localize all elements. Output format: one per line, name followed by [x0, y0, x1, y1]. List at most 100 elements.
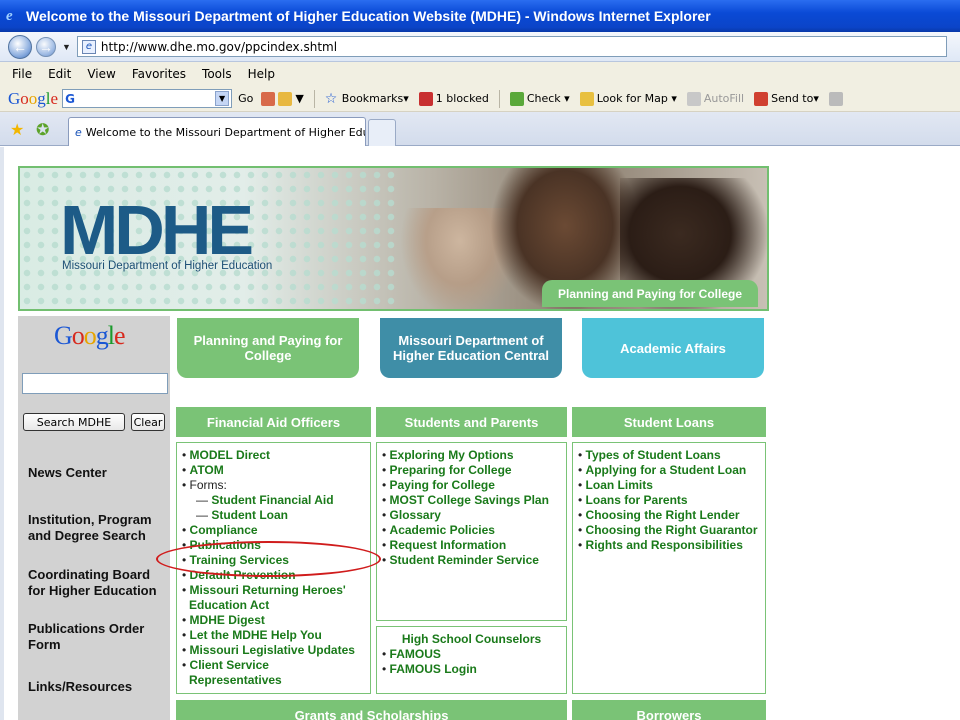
link-rights-responsibilities[interactable]: • Rights and Responsibilities [578, 538, 765, 553]
look-for-map-button[interactable]: Look for Map ▾ [579, 91, 677, 106]
header-borrowers: Borrowers [572, 700, 766, 720]
link-mdhe-help[interactable]: • Let the MDHE Help You [182, 628, 370, 643]
link-legislative-updates[interactable]: • Missouri Legislative Updates [182, 643, 370, 658]
site-search-input[interactable] [22, 373, 168, 394]
spellcheck-button[interactable]: Check ▾ [509, 91, 570, 106]
menu-file[interactable]: File [12, 67, 32, 81]
ie-page-icon: e [75, 125, 82, 139]
link-request-info[interactable]: • Request Information [382, 538, 566, 553]
sidebar-item-links-resources[interactable]: Links/Resources [28, 679, 168, 695]
link-client-service-reps[interactable]: • Client Service Representatives [182, 658, 332, 688]
pagerank-icon[interactable]: ▼ [261, 91, 304, 106]
address-bar[interactable]: e http://www.dhe.mo.gov/ppcindex.shtml [76, 36, 947, 57]
link-glossary[interactable]: • Glossary [382, 508, 566, 523]
header-high-school-counselors: High School Counselors [401, 632, 542, 646]
banner-section-tag: Planning and Paying for College [542, 280, 758, 307]
clear-button[interactable]: Clear [131, 413, 165, 431]
chevron-down-icon[interactable]: ▼ [215, 91, 230, 106]
header-student-loans: Student Loans [572, 407, 766, 437]
address-url: http://www.dhe.mo.gov/ppcindex.shtml [100, 39, 338, 54]
forms-label: • Forms: [182, 478, 227, 492]
google-logo[interactable]: Google [54, 321, 126, 351]
high-school-counselors-box: High School Counselors • FAMOUS • FAMOUS… [376, 626, 567, 694]
sidebar-item-institution-search[interactable]: Institution, Program and Degree Search [28, 512, 160, 544]
autofill-icon [686, 91, 701, 106]
header-grants-scholarships: Grants and Scholarships [176, 700, 567, 720]
link-reminder-service[interactable]: • Student Reminder Service [382, 553, 566, 568]
link-famous-login[interactable]: • FAMOUS Login [382, 662, 566, 677]
tab-mdhe[interactable]: e Welcome to the Missouri Department of … [68, 117, 366, 146]
map-icon [579, 91, 594, 106]
link-right-guarantor[interactable]: • Choosing the Right Guarantor [578, 523, 765, 538]
link-compliance[interactable]: • Compliance [182, 523, 370, 538]
page-viewport: MDHE Missouri Department of Higher Educa… [0, 147, 960, 720]
history-dropdown-icon[interactable]: ▼ [62, 42, 71, 52]
link-academic-policies[interactable]: • Academic Policies [382, 523, 566, 538]
menu-bar: File Edit View Favorites Tools Help [0, 62, 960, 86]
sidebar-item-news-center[interactable]: News Center [28, 465, 168, 481]
menu-favorites[interactable]: Favorites [132, 67, 186, 81]
mdhe-logo-subtitle: Missouri Department of Higher Education [62, 260, 273, 272]
sidebar-item-publications-order[interactable]: Publications Order Form [28, 621, 158, 653]
send-icon [754, 91, 769, 106]
link-exploring-options[interactable]: • Exploring My Options [382, 448, 566, 463]
nav-academic-affairs[interactable]: Academic Affairs [582, 318, 764, 378]
autofill-button[interactable]: AutoFill [686, 91, 744, 106]
window-title-bar: e Welcome to the Missouri Department of … [0, 0, 960, 32]
blocked-icon [418, 91, 433, 106]
google-toolbar-logo: Google [8, 88, 59, 108]
header-financial-aid-officers: Financial Aid Officers [176, 407, 371, 437]
google-toolbar-search[interactable]: G ▼ [62, 89, 233, 108]
header-students-parents: Students and Parents [376, 407, 567, 437]
link-types-loans[interactable]: • Types of Student Loans [578, 448, 765, 463]
link-preparing-college[interactable]: • Preparing for College [382, 463, 566, 478]
page-icon: e [81, 39, 96, 54]
address-row: ← → ▼ e http://www.dhe.mo.gov/ppcindex.s… [0, 32, 960, 62]
menu-edit[interactable]: Edit [48, 67, 71, 81]
highlight-oval-annotation [156, 541, 381, 577]
ie-logo-icon: e [6, 8, 13, 24]
separator [498, 89, 500, 108]
star-icon: ☆ [324, 90, 338, 107]
popup-blocker-button[interactable]: 1 blocked [418, 91, 489, 106]
send-to-button[interactable]: Send to ▾ [754, 91, 819, 106]
link-mdhe-digest[interactable]: • MDHE Digest [182, 613, 370, 628]
menu-help[interactable]: Help [248, 67, 275, 81]
link-atom[interactable]: • ATOM [182, 463, 370, 478]
link-student-loan-form[interactable]: — Student Loan [182, 508, 370, 523]
menu-tools[interactable]: Tools [202, 67, 232, 81]
go-button[interactable]: Go [238, 92, 253, 105]
settings-icon[interactable] [828, 91, 846, 106]
link-famous[interactable]: • FAMOUS [382, 647, 566, 662]
back-button[interactable]: ← [8, 34, 32, 59]
add-favorite-icon[interactable]: ✪ [36, 120, 49, 140]
link-loan-limits[interactable]: • Loan Limits [578, 478, 765, 493]
menu-view[interactable]: View [87, 67, 115, 81]
tab-row: ★ ✪ e Welcome to the Missouri Department… [0, 112, 960, 146]
link-applying-loan[interactable]: • Applying for a Student Loan [578, 463, 765, 478]
link-loans-parents[interactable]: • Loans for Parents [578, 493, 765, 508]
student-loans-box: • Types of Student Loans • Applying for … [572, 442, 766, 694]
new-tab-button[interactable] [368, 119, 396, 146]
nav-planning-paying[interactable]: Planning and Paying for College [177, 318, 359, 378]
separator [313, 89, 315, 108]
link-returning-heroes[interactable]: • Missouri Returning Heroes' Education A… [182, 583, 370, 613]
left-sidebar: Google Search MDHE Clear News Center Ins… [18, 316, 170, 720]
favorites-star-icon[interactable]: ★ [10, 120, 24, 140]
site-banner: MDHE Missouri Department of Higher Educa… [18, 166, 769, 311]
google-toolbar: Google G ▼ Go ▼ ☆ Bookmarks ▾ 1 blocked Ch… [0, 86, 960, 112]
mdhe-logo[interactable]: MDHE [60, 195, 254, 265]
forward-button[interactable]: → [36, 36, 56, 57]
sidebar-item-coordinating-board[interactable]: Coordinating Board for Higher Education [28, 567, 164, 599]
nav-mdhe-central[interactable]: Missouri Department of Higher Education … [380, 318, 562, 378]
link-paying-college[interactable]: • Paying for College [382, 478, 566, 493]
window-title: Welcome to the Missouri Department of Hi… [26, 8, 711, 24]
students-parents-box: • Exploring My Options • Preparing for C… [376, 442, 567, 621]
tab-title: Welcome to the Missouri Department of Hi… [85, 125, 365, 139]
bookmarks-button[interactable]: ☆ Bookmarks ▾ [325, 92, 409, 106]
link-most-savings[interactable]: • MOST College Savings Plan [382, 493, 566, 508]
link-model-direct[interactable]: • MODEL Direct [182, 448, 370, 463]
link-right-lender[interactable]: • Choosing the Right Lender [578, 508, 765, 523]
search-mdhe-button[interactable]: Search MDHE [23, 413, 125, 431]
link-student-financial-aid-form[interactable]: — Student Financial Aid [182, 493, 370, 508]
